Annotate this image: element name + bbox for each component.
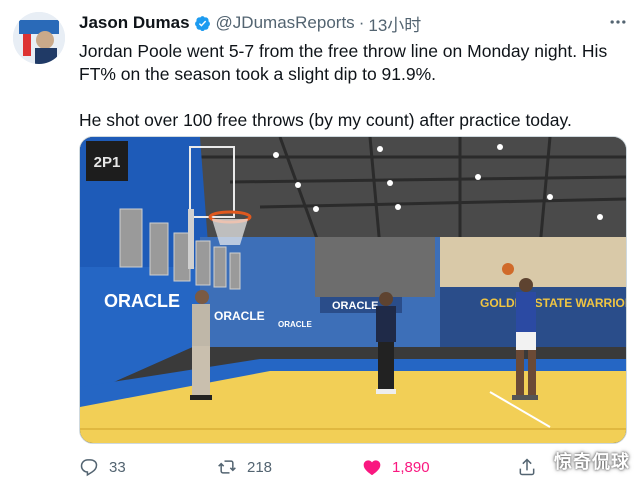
- tweet-media[interactable]: 2P1 ORACLE ORACLE ORACLE ORACLE GOLDEN S…: [79, 136, 627, 444]
- share-icon: [519, 458, 535, 476]
- like-count: 1,890: [392, 458, 430, 476]
- reply-button[interactable]: 33: [79, 454, 126, 480]
- banner-oracle-1: ORACLE: [104, 291, 180, 311]
- banner-oracle-2: ORACLE: [214, 309, 265, 323]
- retweet-button[interactable]: 218: [217, 454, 272, 480]
- reply-count: 33: [109, 458, 126, 476]
- player-center: [376, 292, 396, 394]
- avatar[interactable]: [13, 12, 65, 64]
- author-handle[interactable]: @JDumasReports: [216, 13, 355, 33]
- timestamp[interactable]: 13小时: [368, 11, 421, 36]
- tweet-actions: 33 218 1,890: [79, 454, 627, 480]
- heart-icon: [363, 460, 381, 475]
- tweet-text: Jordan Poole went 5-7 from the free thro…: [79, 40, 627, 132]
- tweet-paragraph-2: He shot over 100 free throws (by my coun…: [79, 110, 572, 130]
- scoreboard-text: 2P1: [94, 154, 121, 171]
- share-button[interactable]: [517, 454, 547, 480]
- verified-badge-icon: [194, 15, 210, 31]
- avatar-image: [13, 12, 65, 64]
- banner-oracle-4: ORACLE: [332, 300, 378, 312]
- watermark-text: 惊奇侃球: [554, 452, 630, 473]
- banner-oracle-3: ORACLE: [278, 320, 312, 329]
- practice-gym-image: 2P1 ORACLE ORACLE ORACLE ORACLE GOLDEN S…: [80, 137, 626, 443]
- player-left: [190, 290, 212, 400]
- tweet-header: Jason Dumas @JDumasReports · 13小时: [79, 11, 624, 36]
- reply-icon: [80, 459, 98, 477]
- tweet-paragraph-1: Jordan Poole went 5-7 from the free thro…: [79, 41, 608, 84]
- like-button[interactable]: 1,890: [362, 454, 430, 480]
- separator-dot: ·: [358, 13, 365, 32]
- banner-warriors: GOLDEN STATE WARRIORS: [480, 296, 626, 310]
- more-icon[interactable]: [608, 12, 628, 32]
- author-name[interactable]: Jason Dumas: [79, 13, 190, 33]
- retweet-icon: [218, 460, 236, 474]
- retweet-count: 218: [247, 458, 273, 476]
